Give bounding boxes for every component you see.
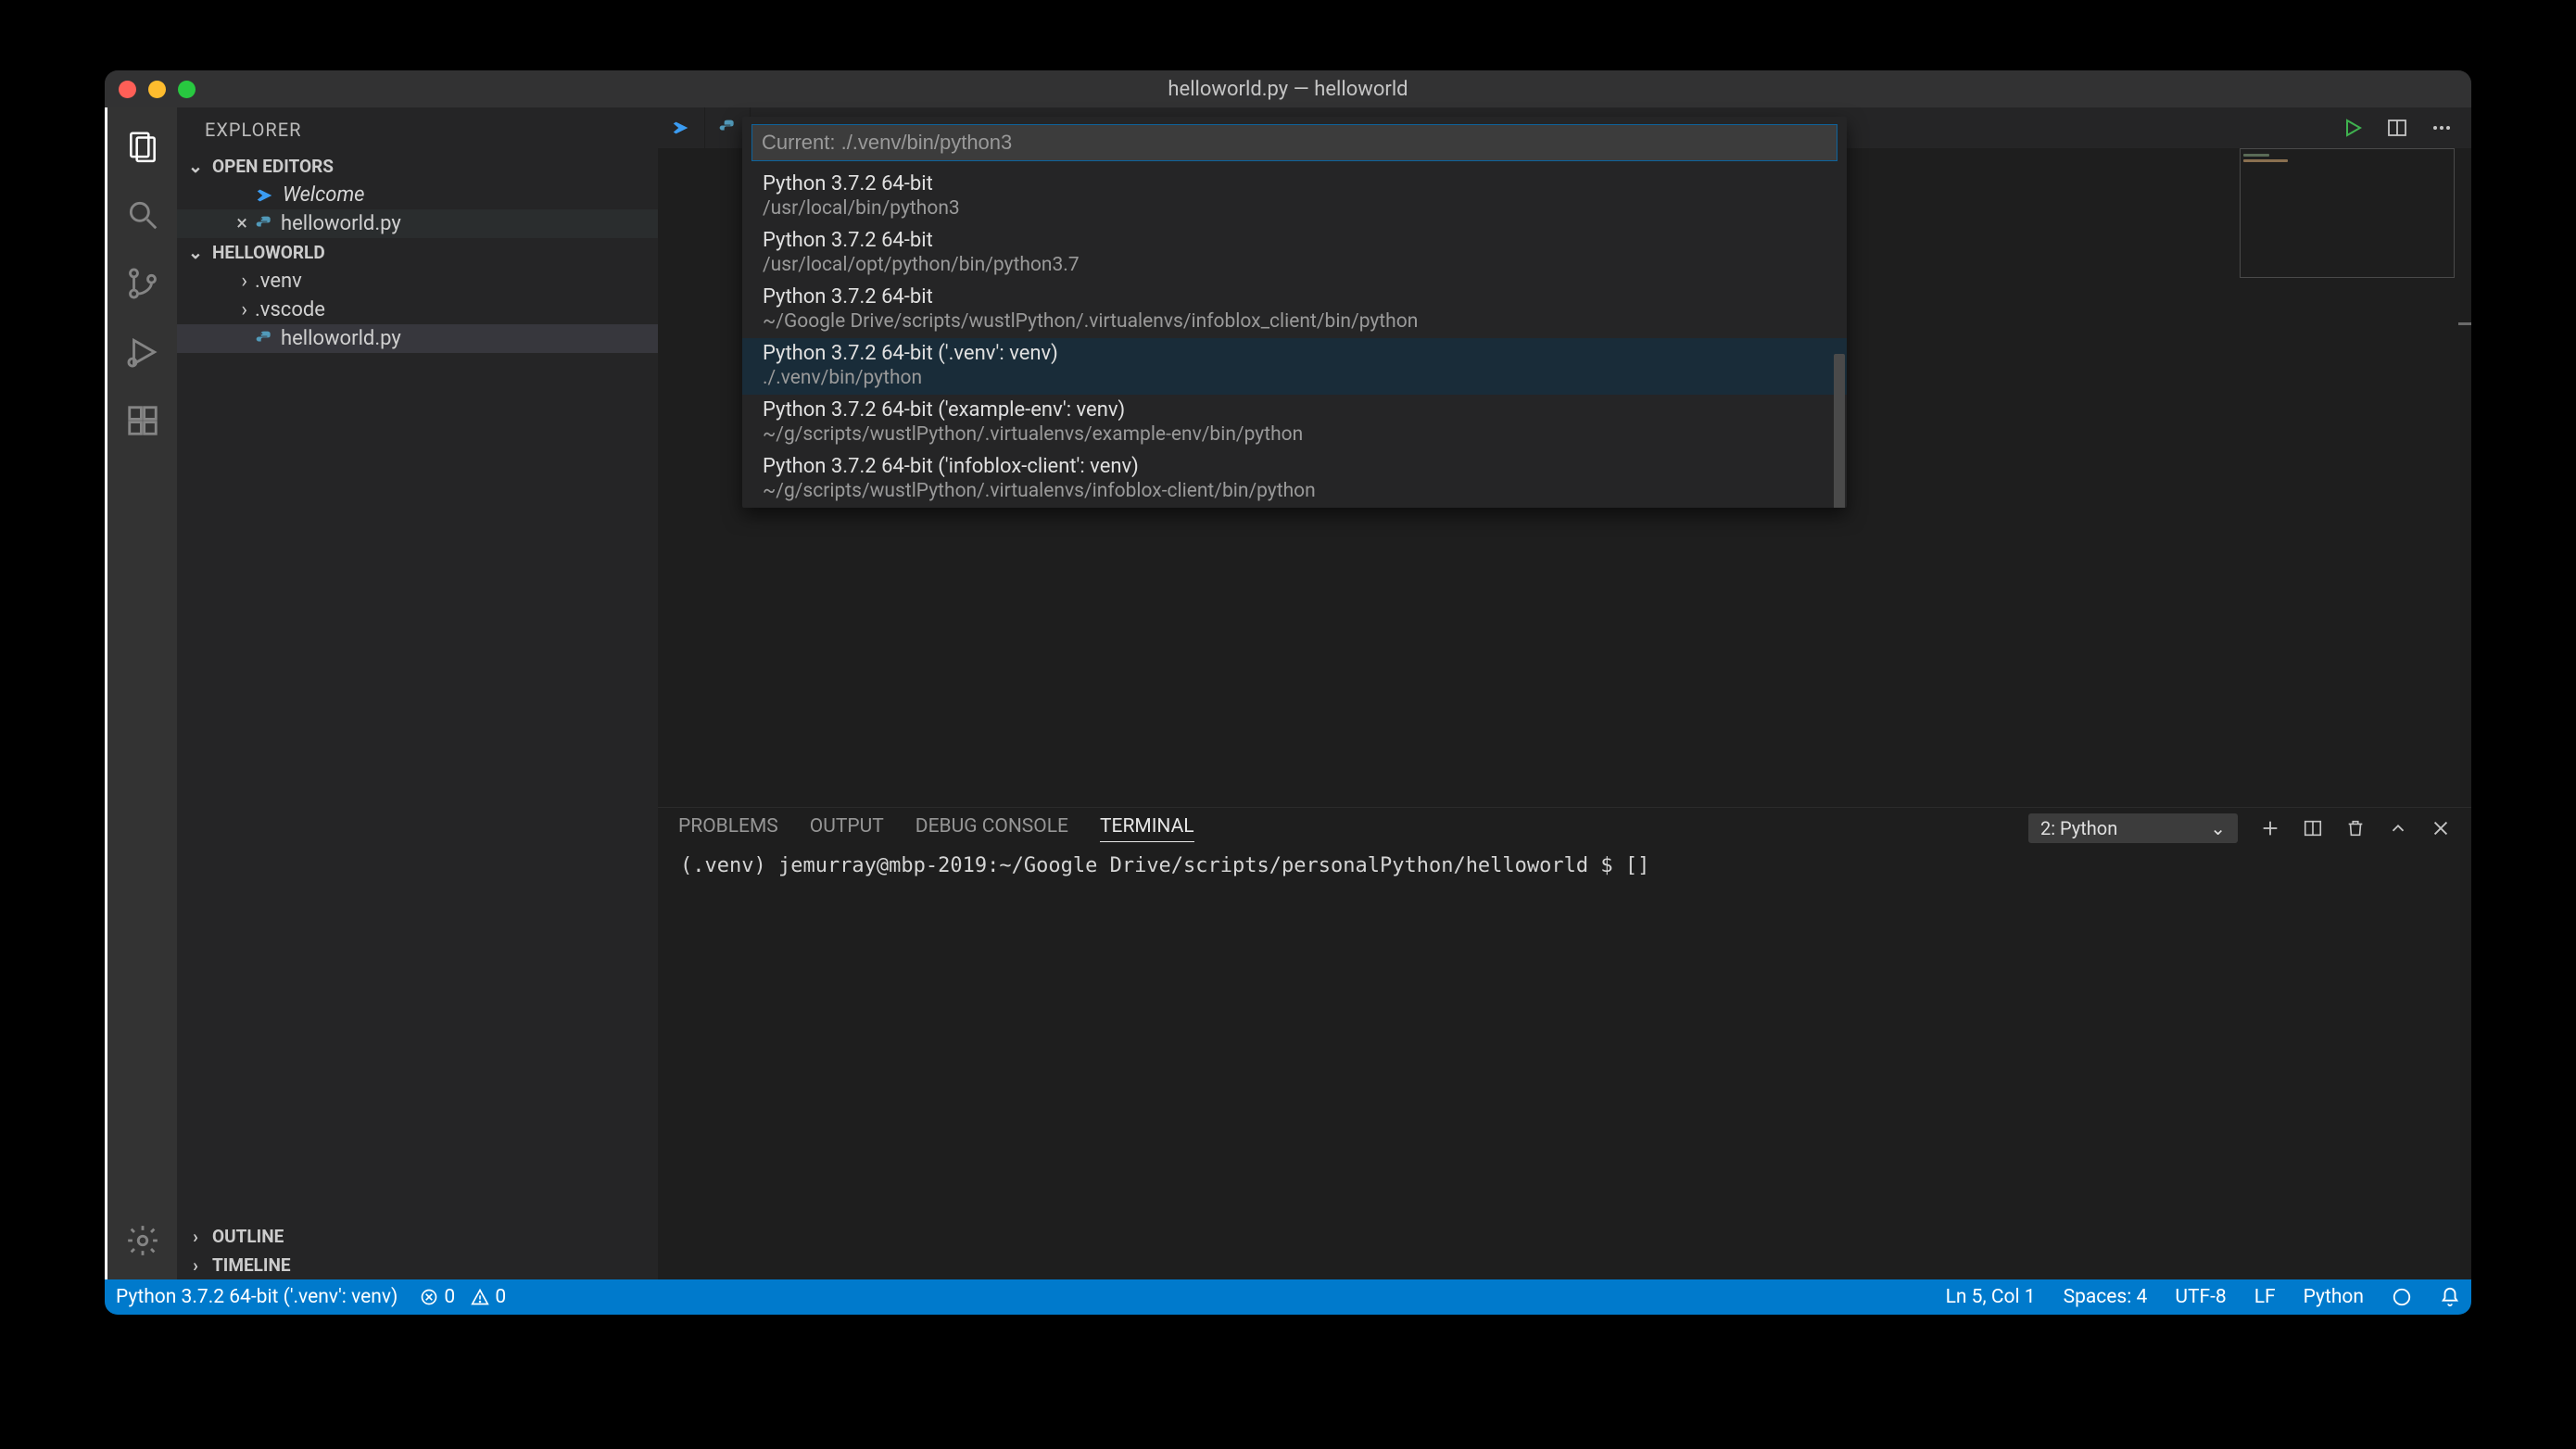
chevron-right-icon: ›	[241, 270, 247, 293]
folder-vscode[interactable]: › .vscode	[177, 296, 658, 324]
folder-label: .vscode	[255, 298, 325, 321]
panel-tab-problems[interactable]: PROBLEMS	[678, 815, 778, 841]
interpreter-option-title: Python 3.7.2 64-bit	[763, 229, 1826, 252]
panel-tab-output[interactable]: OUTPUT	[810, 815, 884, 841]
interpreter-option-path: ~/g/scripts/wustlPython/.virtualenvs/inf…	[763, 480, 1826, 502]
timeline-label: TIMELINE	[212, 1254, 291, 1276]
close-panel-icon[interactable]	[2431, 818, 2451, 838]
interpreter-option-title: Python 3.7.2 64-bit ('.venv': venv)	[763, 342, 1826, 365]
chevron-down-icon: ⌄	[2210, 817, 2226, 839]
interpreter-option-title: Python 3.7.2 64-bit ('example-env': venv…	[763, 398, 1826, 422]
outline-label: OUTLINE	[212, 1226, 284, 1247]
close-editor-icon[interactable]: ×	[236, 212, 247, 235]
open-editor-welcome[interactable]: Welcome	[177, 181, 658, 209]
open-editors-label: OPEN EDITORS	[212, 156, 334, 177]
chevron-right-icon: ›	[184, 1254, 207, 1276]
sidebar-title: EXPLORER	[177, 107, 658, 152]
chevron-down-icon: ⌄	[184, 156, 207, 177]
python-file-icon	[255, 330, 273, 348]
status-bar: Python 3.7.2 64-bit ('.venv': venv) 0 0 …	[105, 1279, 2471, 1315]
python-file-icon	[255, 215, 273, 233]
kill-terminal-icon[interactable]	[2345, 818, 2366, 838]
interpreter-option[interactable]: Python 3.7.2 64-bit ('.venv': venv) ./.v…	[742, 338, 1847, 395]
status-errors[interactable]: 0 0	[420, 1286, 506, 1308]
panel-tab-debug-console[interactable]: DEBUG CONSOLE	[915, 815, 1068, 841]
notifications-bell-icon[interactable]	[2440, 1287, 2460, 1307]
status-warnings-count: 0	[495, 1286, 506, 1308]
folder-label: .venv	[255, 270, 302, 293]
interpreter-option-title: Python 3.7.2 64-bit	[763, 285, 1826, 309]
activity-bar	[105, 107, 177, 1279]
vscode-icon	[671, 118, 691, 138]
status-eol[interactable]: LF	[2254, 1286, 2276, 1308]
open-editor-helloworld[interactable]: × helloworld.py	[177, 209, 658, 238]
status-cursor[interactable]: Ln 5, Col 1	[1946, 1286, 2036, 1308]
tab-welcome[interactable]	[658, 107, 705, 148]
status-indent[interactable]: Spaces: 4	[2064, 1286, 2148, 1308]
scrollbar-marker	[2458, 322, 2471, 325]
interpreter-option-title: Python 3.7.2 64-bit ('infoblox-client': …	[763, 455, 1826, 478]
titlebar: helloworld.py — helloworld	[105, 70, 2471, 107]
maximize-panel-icon[interactable]	[2388, 818, 2408, 838]
interpreter-option[interactable]: Python 3.7.2 64-bit ('example-env': venv…	[742, 395, 1847, 451]
status-interpreter[interactable]: Python 3.7.2 64-bit ('.venv': venv)	[116, 1286, 398, 1308]
open-editor-label: Welcome	[283, 183, 364, 207]
interpreter-option[interactable]: Python 3.7.2 64-bit /usr/local/opt/pytho…	[742, 225, 1847, 282]
chevron-down-icon: ⌄	[184, 242, 207, 263]
interpreter-option[interactable]: Python 3.7.2 64-bit /usr/local/bin/pytho…	[742, 169, 1847, 225]
search-icon[interactable]	[107, 189, 179, 241]
vscode-window: helloworld.py — helloworld	[105, 70, 2471, 1315]
terminal-selector-label: 2: Python	[2040, 817, 2117, 839]
interpreter-picker-list: Python 3.7.2 64-bit /usr/local/bin/pytho…	[742, 169, 1847, 508]
status-language[interactable]: Python	[2304, 1286, 2364, 1308]
outline-header[interactable]: › OUTLINE	[177, 1222, 658, 1251]
open-editor-label: helloworld.py	[281, 212, 401, 235]
chevron-right-icon: ›	[241, 298, 247, 321]
interpreter-option-path: /usr/local/bin/python3	[763, 197, 1826, 220]
terminal-output[interactable]: (.venv) jemurray@mbp-2019:~/Google Drive…	[658, 849, 2471, 1279]
feedback-icon[interactable]	[2392, 1287, 2412, 1307]
minimap[interactable]	[2240, 148, 2455, 807]
file-label: helloworld.py	[281, 327, 401, 350]
extensions-icon[interactable]	[107, 395, 179, 447]
terminal-selector[interactable]: 2: Python ⌄	[2028, 813, 2238, 843]
more-actions-icon[interactable]	[2431, 117, 2453, 139]
interpreter-option[interactable]: Python 3.7.2 64-bit ~/Google Drive/scrip…	[742, 282, 1847, 338]
interpreter-option-path: ~/g/scripts/wustlPython/.virtualenvs/exa…	[763, 423, 1826, 446]
interpreter-option-title: Python 3.7.2 64-bit	[763, 172, 1826, 195]
vscode-icon	[255, 185, 275, 206]
panel-tab-terminal[interactable]: TERMINAL	[1100, 815, 1194, 842]
source-control-icon[interactable]	[107, 258, 179, 309]
interpreter-picker-scrollbar[interactable]	[1834, 354, 1845, 508]
open-editors-header[interactable]: ⌄ OPEN EDITORS	[177, 152, 658, 181]
interpreter-option-path: /usr/local/opt/python/bin/python3.7	[763, 254, 1826, 276]
file-helloworld[interactable]: helloworld.py	[177, 324, 658, 353]
window-title: helloworld.py — helloworld	[105, 78, 2471, 101]
new-terminal-icon[interactable]	[2260, 818, 2280, 838]
panel-tabs: PROBLEMS OUTPUT DEBUG CONSOLE TERMINAL 2…	[658, 808, 2471, 849]
interpreter-option[interactable]: Python 3.7.2 64-bit ('infoblox-client': …	[742, 451, 1847, 508]
explorer-sidebar: EXPLORER ⌄ OPEN EDITORS Welcome × hellow…	[177, 107, 658, 1279]
timeline-header[interactable]: › TIMELINE	[177, 1251, 658, 1279]
folder-venv[interactable]: › .venv	[177, 267, 658, 296]
project-header-label: HELLOWORLD	[212, 242, 325, 263]
run-file-icon[interactable]	[2342, 117, 2364, 139]
run-debug-icon[interactable]	[107, 326, 179, 378]
interpreter-picker: Python 3.7.2 64-bit /usr/local/bin/pytho…	[742, 117, 1847, 508]
status-errors-count: 0	[444, 1286, 455, 1308]
status-encoding[interactable]: UTF-8	[2175, 1286, 2226, 1308]
split-editor-icon[interactable]	[2386, 117, 2408, 139]
chevron-right-icon: ›	[184, 1226, 207, 1247]
python-file-icon	[718, 119, 737, 137]
interpreter-option-path: ./.venv/bin/python	[763, 367, 1826, 389]
project-header[interactable]: ⌄ HELLOWORLD	[177, 238, 658, 267]
interpreter-option-path: ~/Google Drive/scripts/wustlPython/.virt…	[763, 310, 1826, 333]
split-terminal-icon[interactable]	[2303, 818, 2323, 838]
explorer-icon[interactable]	[107, 120, 179, 172]
interpreter-picker-input[interactable]	[751, 124, 1837, 161]
bottom-panel: PROBLEMS OUTPUT DEBUG CONSOLE TERMINAL 2…	[658, 807, 2471, 1279]
settings-gear-icon[interactable]	[107, 1215, 179, 1266]
